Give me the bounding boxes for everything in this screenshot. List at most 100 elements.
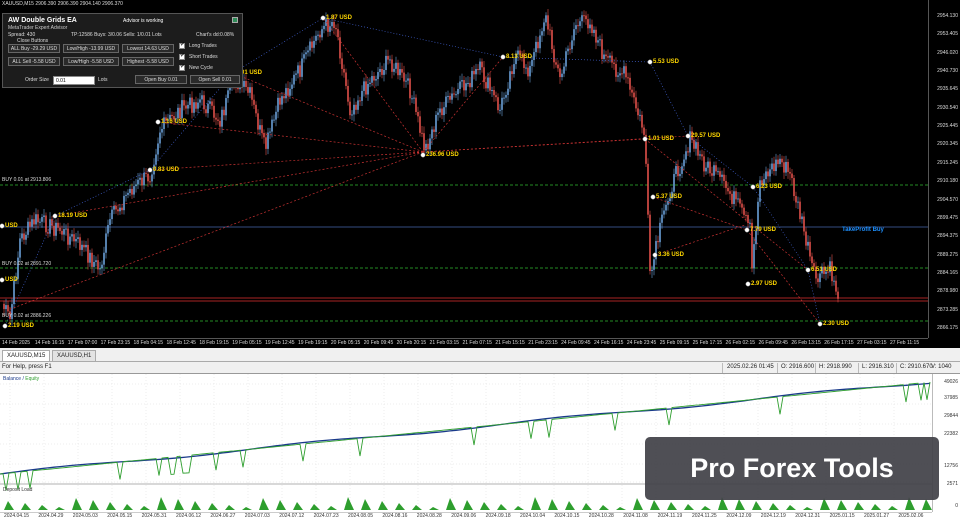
candle-body [781, 158, 783, 163]
candle-body [129, 188, 131, 193]
candle-body [219, 120, 221, 127]
price-tick-label: 2930.540 [937, 104, 958, 111]
trade-profit-label: 0.83 USD [153, 167, 180, 173]
candle-body [493, 90, 495, 96]
trade-connector-line [654, 224, 746, 256]
candle-body [651, 269, 653, 272]
candle-body [397, 62, 399, 76]
tab-xauusd-h1[interactable]: XAUUSD,H1 [52, 350, 97, 361]
deposit-load-bar [21, 503, 31, 510]
candle-body [101, 264, 103, 269]
candle-body [507, 88, 509, 95]
candle-body [787, 161, 789, 172]
candle-body [119, 207, 121, 212]
candle-body [125, 194, 127, 196]
new-cycle-label: New Cycle [189, 65, 213, 71]
close-low-high-buy-button[interactable]: Low/High -13.99 USD [63, 44, 119, 53]
time-tick-label: 18 Feb 04:15 [133, 340, 164, 346]
candle-body [735, 191, 737, 200]
trade-connector-line [54, 169, 151, 217]
trade-marker-icon [52, 213, 58, 219]
close-highest-button[interactable]: Highest -5.58 USD [122, 57, 174, 66]
candle-body [555, 62, 557, 65]
candle-body [59, 227, 61, 231]
candle-body [365, 81, 367, 95]
candle-body [45, 215, 47, 233]
order-size-input[interactable]: 0.01 [53, 76, 95, 85]
candle-body [251, 87, 253, 100]
deposit-load-bar [701, 506, 711, 510]
candle-body [123, 195, 125, 211]
trade-profit-label: 2.30 USD [823, 321, 850, 327]
trade-connector-line [157, 121, 424, 153]
candle-body [571, 40, 573, 50]
candle-body [105, 233, 107, 253]
status-open: O: 2916.600 [781, 364, 815, 370]
long-trades-checkbox[interactable] [179, 41, 185, 49]
candle-body [157, 143, 159, 155]
candle-body [63, 229, 65, 235]
ea-status-indicator-icon[interactable] [232, 17, 238, 23]
close-all-buy-button[interactable]: ALL Buy -29.29 USD [8, 44, 60, 53]
candle-body [617, 75, 619, 77]
balance-date-label: 2024.10.15 [554, 513, 580, 519]
candle-body [179, 107, 181, 119]
candle-body [371, 76, 373, 83]
candle-body [299, 65, 301, 77]
candle-body [41, 216, 43, 222]
time-tick-label: 26 Feb 09:45 [758, 340, 788, 346]
ea-title: AW Double Grids EA [8, 17, 77, 24]
candle-body [83, 244, 85, 248]
price-chart[interactable]: XAUUSD,M15 2906.390 2906.390 2904.140 29… [0, 0, 960, 348]
candle-body [569, 48, 571, 50]
short-trades-checkbox[interactable] [179, 52, 185, 60]
candle-body [69, 236, 71, 245]
candle-body [659, 222, 661, 243]
status-separator [858, 363, 859, 373]
candle-body [435, 114, 437, 132]
deposit-load-bar [429, 507, 439, 510]
candle-body [561, 73, 563, 78]
new-cycle-checkbox[interactable] [179, 63, 185, 71]
deposit-load-bar [514, 506, 524, 510]
close-all-sell-button[interactable]: ALL Sell -5.58 USD [8, 57, 60, 66]
candle-body [587, 19, 589, 29]
close-low-high-sell-button[interactable]: Low/High -5.58 USD [63, 57, 119, 66]
price-tick-label: 2920.345 [937, 141, 958, 148]
candle-body [803, 216, 805, 232]
candle-body [585, 15, 587, 20]
candle-body [791, 173, 793, 179]
time-tick-label: 17 Feb 07:00 [67, 340, 98, 346]
deposit-load-bar [327, 506, 337, 510]
candle-body [497, 97, 499, 111]
candle-body [137, 179, 139, 185]
candle-body [133, 186, 135, 195]
time-axis[interactable]: 14 Feb 2025 14 Feb 16:15 17 Feb 07:00 17 Fe… [0, 338, 928, 348]
price-axis[interactable]: 2954.130 2953.405 2946.020 2940.730 2935.645… [928, 0, 960, 338]
open-sell-button[interactable]: Open Sell 0.01 [190, 75, 240, 84]
trade-profit-label: 8.13 USD [506, 54, 533, 60]
open-buy-button[interactable]: Open Buy 0.01 [135, 75, 187, 84]
deposit-load-bar [616, 507, 626, 510]
candle-body [121, 207, 123, 211]
balance-tick-label: 49026 [944, 379, 958, 385]
ea-status: Advisor is working [123, 18, 164, 24]
candle-body [247, 87, 249, 93]
ea-panel: AW Double Grids EA MetaTrader Expert Adv… [2, 13, 243, 88]
balance-date-label: 2024.09.06 [451, 513, 477, 519]
close-lowest-button[interactable]: Lowest 14.63 USD [122, 44, 174, 53]
candle-body [359, 100, 361, 102]
candle-body [195, 102, 197, 109]
candle-body [269, 131, 271, 133]
candle-body [743, 207, 745, 215]
trade-profit-label: USD [5, 277, 18, 283]
candle-body [311, 41, 313, 48]
candle-body [503, 97, 505, 99]
trade-marker-icon [420, 152, 426, 158]
candle-body [443, 107, 445, 116]
status-high: H: 2918.990 [819, 364, 852, 370]
candle-body [27, 221, 29, 235]
brand-watermark: Pro Forex Tools [645, 437, 939, 500]
tab-xauusd-m15[interactable]: XAUUSD,M15 [2, 350, 51, 361]
candle-body [55, 222, 57, 236]
